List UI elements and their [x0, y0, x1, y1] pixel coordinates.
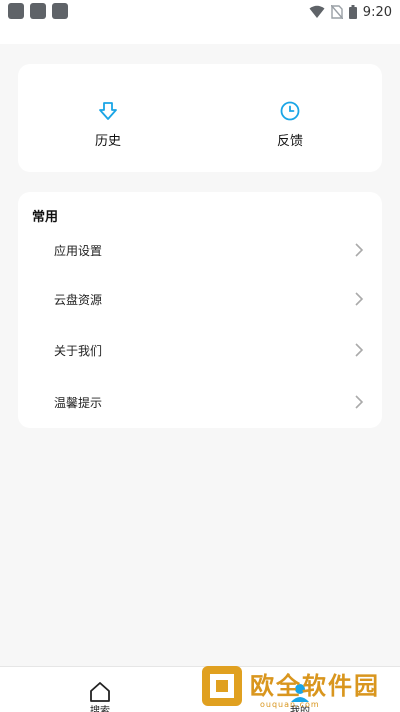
- battery-icon: [348, 5, 357, 19]
- no-sim-icon: [330, 5, 343, 19]
- tab-search[interactable]: 搜索: [70, 681, 130, 712]
- status-bar: 9:20: [0, 0, 400, 44]
- notification-icon: [8, 3, 24, 19]
- notification-icon: [52, 3, 68, 19]
- list-item-about-us[interactable]: 关于我们: [18, 330, 382, 370]
- list-item-app-settings[interactable]: 应用设置: [18, 230, 382, 270]
- notification-icon: [30, 3, 46, 19]
- watermark-text: 欧全软件园: [250, 672, 380, 700]
- watermark-logo: [202, 666, 242, 706]
- feedback-button[interactable]: 反馈: [240, 100, 340, 149]
- list-item-label: 温馨提示: [54, 395, 103, 410]
- feedback-clock-icon: [280, 101, 300, 121]
- tab-label: 搜索: [90, 706, 110, 712]
- home-icon: [90, 682, 110, 702]
- watermark-url: ouquan.com: [260, 700, 320, 709]
- chevron-right-icon: [355, 292, 364, 306]
- feedback-label: 反馈: [276, 134, 303, 149]
- chevron-right-icon: [355, 395, 364, 409]
- status-time: 9:20: [362, 4, 392, 20]
- quick-actions-card: 历史 反馈: [18, 64, 382, 172]
- history-button[interactable]: 历史: [58, 100, 158, 149]
- section-title: 常用: [32, 210, 59, 225]
- chevron-right-icon: [355, 243, 364, 257]
- list-item-cloud-resources[interactable]: 云盘资源: [18, 279, 382, 319]
- list-item-label: 关于我们: [54, 343, 103, 358]
- wifi-icon: [309, 5, 325, 18]
- history-label: 历史: [94, 134, 121, 149]
- history-icon: [99, 102, 117, 120]
- list-item-label: 应用设置: [54, 243, 103, 258]
- watermark: 欧全软件园 ouquan.com: [200, 664, 398, 709]
- chevron-right-icon: [355, 343, 364, 357]
- list-item-label: 云盘资源: [54, 292, 103, 307]
- list-item-tips[interactable]: 温馨提示: [18, 382, 382, 422]
- common-section-card: 常用 应用设置 云盘资源 关于我们 温馨提示: [18, 192, 382, 428]
